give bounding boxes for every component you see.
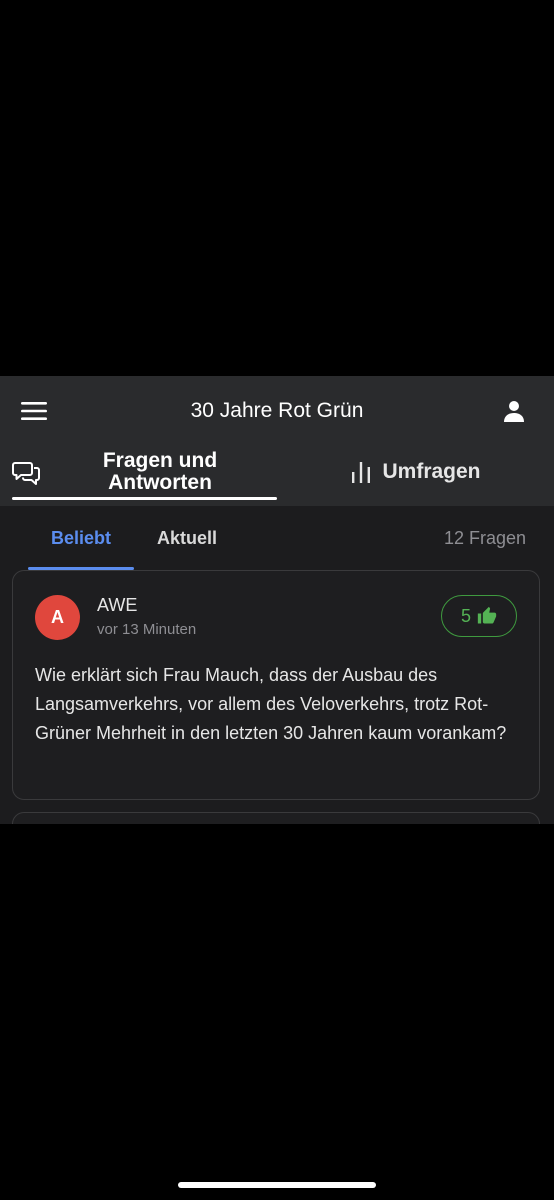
avatar: A	[35, 595, 80, 640]
like-count: 5	[460, 605, 471, 626]
sort-tab-popular-label: Beliebt	[50, 527, 111, 548]
bar-chart-icon	[352, 462, 371, 483]
app-screen: 30 Jahre Rot Grün Fragen und Antworten U…	[0, 376, 554, 824]
tab-questions-answers[interactable]: Fragen und Antworten	[0, 444, 277, 506]
tab-polls-content: Umfragen	[277, 460, 554, 484]
home-indicator[interactable]	[178, 1182, 376, 1188]
like-button[interactable]: 5	[441, 595, 517, 637]
tab-questions-answers-label: Fragen und Antworten	[102, 449, 218, 494]
question-card[interactable]: A AWE vor 13 Minuten 5 Wie erklärt sich …	[12, 570, 540, 800]
profile-button[interactable]	[496, 396, 532, 426]
top-app-bar: 30 Jahre Rot Grün	[0, 376, 554, 444]
main-tabs: Fragen und Antworten Umfragen	[0, 444, 554, 506]
page-title: 30 Jahre Rot Grün	[190, 399, 364, 422]
question-count: 12 Fragen	[443, 528, 526, 548]
hamburger-menu-icon	[21, 402, 47, 420]
sort-tab-recent[interactable]: Aktuell	[140, 506, 234, 570]
tab-polls[interactable]: Umfragen	[277, 444, 554, 506]
author-name: AWE	[97, 595, 138, 615]
sort-tabs: Beliebt Aktuell 12 Fragen	[0, 506, 554, 570]
menu-button[interactable]	[14, 396, 54, 426]
chat-bubbles-icon	[12, 462, 40, 485]
user-icon	[504, 401, 524, 422]
sort-tab-recent-label: Aktuell	[156, 527, 217, 548]
sort-tab-popular[interactable]: Beliebt	[28, 506, 134, 570]
tab-active-indicator	[12, 497, 277, 500]
tab-polls-label: Umfragen	[382, 460, 481, 483]
question-text: Wie erklärt sich Frau Mauch, dass der Au…	[35, 665, 507, 743]
question-timestamp: vor 13 Minuten	[97, 621, 197, 638]
next-question-card[interactable]	[12, 812, 540, 824]
thumbs-up-icon	[477, 606, 497, 624]
